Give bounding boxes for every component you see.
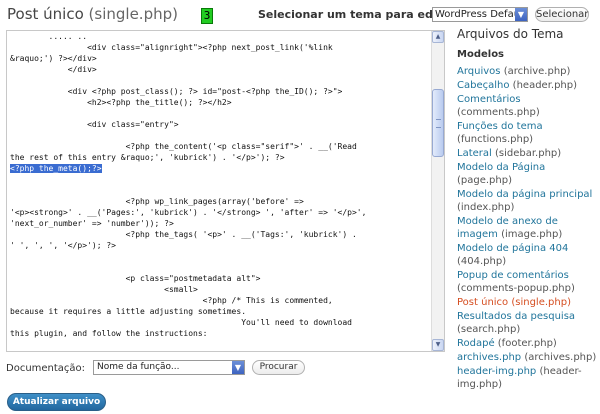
sidebar-item[interactable]: Popup de comentários (comments-popup.php…	[457, 269, 597, 295]
sidebar-item[interactable]: Post único (single.php)	[457, 296, 597, 309]
sidebar-item-file: (header.php)	[512, 80, 577, 91]
theme-select[interactable]: WordPress Default ▼	[432, 7, 528, 22]
sidebar-item-file: (sidebar.php)	[494, 148, 562, 159]
sidebar-item-label[interactable]: archives.php	[457, 352, 521, 363]
sidebar-item[interactable]: Lateral (sidebar.php)	[457, 147, 597, 160]
sidebar-item-file: (archive.php)	[503, 66, 571, 77]
sidebar-item[interactable]: Modelo da Página (page.php)	[457, 161, 597, 187]
sidebar-item-label[interactable]: Lateral	[457, 148, 492, 159]
code-after: <?php wp_link_pages(array('before' => '<…	[10, 197, 367, 338]
page-title-text: Post único	[7, 5, 84, 23]
sidebar-item-file: (page.php)	[457, 175, 512, 186]
scroll-down-icon[interactable]: ▼	[432, 339, 444, 351]
step-badge: 3	[201, 8, 213, 24]
sidebar-item[interactable]: Resultados da pesquisa (search.php)	[457, 310, 597, 336]
sidebar-item-label[interactable]: Resultados da pesquisa	[457, 311, 575, 322]
code-textarea[interactable]: ..... .. <div class="alignright"><?php n…	[10, 31, 430, 351]
chevron-down-icon[interactable]: ▼	[232, 361, 244, 374]
scroll-up-icon[interactable]: ▲	[432, 31, 444, 43]
chevron-down-icon[interactable]: ▼	[515, 8, 527, 21]
sidebar-item-file: (image.php)	[501, 229, 563, 240]
select-theme-button[interactable]: Selecionar	[535, 7, 589, 22]
sidebar-item-file: (functions.php)	[457, 134, 534, 145]
code-before: ..... .. <div class="alignright"><?php n…	[10, 32, 357, 162]
sidebar-item-label[interactable]: Rodapé	[457, 338, 495, 349]
search-docs-button[interactable]: Procurar	[252, 360, 305, 375]
sidebar-item-label[interactable]: Cabeçalho	[457, 80, 509, 91]
sidebar-item-file: (single.php)	[511, 297, 571, 308]
page-title: Post único (single.php)	[7, 5, 178, 23]
update-file-button[interactable]: Atualizar arquivo	[7, 393, 106, 411]
sidebar-item[interactable]: Modelo de anexo de imagem (image.php)	[457, 215, 597, 241]
theme-select-value: WordPress Default	[435, 9, 527, 20]
sidebar-item-file: (404.php)	[457, 256, 507, 267]
sidebar-item-file: (archives.php)	[524, 352, 597, 363]
sidebar-item-file: (search.php)	[457, 324, 521, 335]
sidebar-title: Arquivos do Tema	[457, 27, 564, 41]
function-name-value: Nome da função...	[97, 362, 180, 372]
sidebar-item-label[interactable]: Modelo da página principal	[457, 189, 592, 200]
sidebar-item[interactable]: Modelo de página 404 (404.php)	[457, 242, 597, 268]
function-name-select[interactable]: Nome da função... ▼	[93, 360, 245, 375]
sidebar-item[interactable]: Arquivos (archive.php)	[457, 65, 597, 78]
sidebar-item-label[interactable]: Arquivos	[457, 66, 501, 77]
sidebar-item-label[interactable]: Funções do tema	[457, 121, 543, 132]
sidebar-item-file: (comments.php)	[457, 107, 540, 118]
sidebar-item-file: (footer.php)	[497, 338, 557, 349]
sidebar-item-label[interactable]: Post único	[457, 297, 508, 308]
documentation-label: Documentação:	[6, 363, 86, 374]
editor-scrollbar[interactable]: ▲ ▼	[431, 31, 444, 351]
code-editor[interactable]: ..... .. <div class="alignright"><?php n…	[6, 30, 445, 352]
selected-code: <?php the_meta();?>	[10, 164, 102, 173]
sidebar-item-label[interactable]: Modelo de página 404	[457, 243, 568, 254]
sidebar-item[interactable]: Comentários (comments.php)	[457, 93, 597, 119]
sidebar-item[interactable]: Cabeçalho (header.php)	[457, 79, 597, 92]
sidebar-item-label[interactable]: Modelo da Página	[457, 162, 545, 173]
page-title-file: (single.php)	[88, 5, 178, 23]
scroll-thumb[interactable]	[432, 89, 444, 157]
sidebar-item-file: (index.php)	[457, 202, 515, 213]
sidebar-item-label[interactable]: Comentários	[457, 94, 521, 105]
sidebar-item[interactable]: Rodapé (footer.php)	[457, 337, 597, 350]
theme-select-label: Selecionar um tema para editar:	[258, 8, 460, 21]
sidebar-item-file: (comments-popup.php)	[457, 283, 575, 294]
sidebar-item[interactable]: header-img.php (header-img.php)	[457, 365, 597, 391]
sidebar-item-label[interactable]: Popup de comentários	[457, 270, 569, 281]
sidebar-item-label[interactable]: header-img.php	[457, 366, 536, 377]
sidebar-item[interactable]: Funções do tema (functions.php)	[457, 120, 597, 146]
sidebar-item[interactable]: Modelo da página principal (index.php)	[457, 188, 597, 214]
theme-files-sidebar: Arquivos do Tema Modelos Arquivos (archi…	[457, 27, 597, 414]
template-list: Arquivos (archive.php) Cabeçalho (header.…	[457, 65, 597, 391]
sidebar-item[interactable]: archives.php (archives.php)	[457, 351, 597, 364]
sidebar-subtitle: Modelos	[457, 49, 505, 60]
